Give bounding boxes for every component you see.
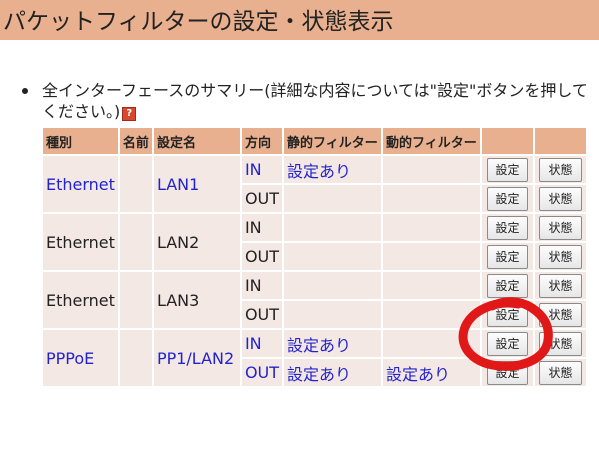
column-header-set-button (482, 128, 534, 154)
interface-name-cell (119, 272, 152, 328)
table-row: Ethernet LAN2 IN 設定 状態 (43, 214, 587, 270)
dynamic-filter-cell (383, 185, 481, 212)
static-filter-cell (284, 301, 382, 328)
dynamic-filter-cell (383, 214, 481, 241)
static-filter-cell (284, 185, 382, 212)
column-header-name: 名前 (119, 128, 152, 154)
setting-name-cell[interactable]: PP1/LAN2 (153, 330, 240, 386)
status-button[interactable]: 状態 (539, 273, 583, 298)
status-button[interactable]: 状態 (539, 215, 583, 240)
interface-name-cell (119, 330, 152, 386)
column-header-type: 種別 (43, 128, 118, 154)
settings-button[interactable]: 設定 (487, 273, 529, 298)
direction-cell[interactable]: IN (241, 156, 283, 183)
settings-button[interactable]: 設定 (487, 186, 529, 211)
dynamic-filter-cell (383, 330, 481, 357)
table-header-row: 種別 名前 設定名 方向 静的フィルター 動的フィルター (43, 128, 587, 154)
interface-summary-table: 種別 名前 設定名 方向 静的フィルター 動的フィルター Ethernet LAN… (41, 126, 588, 388)
direction-cell[interactable]: OUT (241, 359, 283, 386)
column-header-setting-name: 設定名 (153, 128, 240, 154)
interface-type-cell: Ethernet (43, 272, 118, 328)
interface-type-cell: Ethernet (43, 214, 118, 270)
status-button[interactable]: 状態 (539, 157, 583, 182)
settings-button[interactable]: 設定 (487, 157, 529, 182)
settings-button[interactable]: 設定 (487, 331, 529, 356)
dynamic-filter-cell (383, 243, 481, 270)
setting-name-cell[interactable]: LAN1 (153, 156, 240, 212)
setting-name-cell: LAN2 (153, 214, 240, 270)
settings-button[interactable]: 設定 (487, 302, 529, 327)
dynamic-filter-cell (383, 156, 481, 183)
dynamic-filter-cell (383, 272, 481, 299)
help-icon[interactable]: ? (122, 107, 137, 121)
table-row: PPPoE PP1/LAN2 IN 設定あり 設定 状態 (43, 330, 587, 386)
static-filter-cell (284, 243, 382, 270)
static-filter-cell (284, 272, 382, 299)
interface-name-cell (119, 214, 152, 270)
static-filter-cell (284, 214, 382, 241)
column-header-dynamic-filter: 動的フィルター (383, 128, 481, 154)
direction-cell: IN (241, 214, 283, 241)
column-header-static-filter: 静的フィルター (284, 128, 382, 154)
table-row: Ethernet LAN3 IN 設定 状態 (43, 272, 587, 328)
status-button[interactable]: 状態 (539, 360, 583, 385)
dynamic-filter-cell (383, 301, 481, 328)
interface-type-cell[interactable]: Ethernet (43, 156, 118, 212)
static-filter-cell[interactable]: 設定あり (284, 156, 382, 183)
dynamic-filter-cell[interactable]: 設定あり (383, 359, 481, 386)
status-button[interactable]: 状態 (539, 186, 583, 211)
setting-name-cell: LAN3 (153, 272, 240, 328)
status-button[interactable]: 状態 (539, 331, 583, 356)
static-filter-cell[interactable]: 設定あり (284, 330, 382, 357)
column-header-status-button (535, 128, 587, 154)
status-button[interactable]: 状態 (539, 244, 583, 269)
direction-cell[interactable]: IN (241, 330, 283, 357)
direction-cell: OUT (241, 301, 283, 328)
settings-button[interactable]: 設定 (487, 215, 529, 240)
page-title: パケットフィルターの設定・状態表示 (3, 9, 394, 35)
column-header-direction: 方向 (241, 128, 283, 154)
status-button[interactable]: 状態 (539, 302, 583, 327)
bullet-icon (22, 88, 28, 94)
settings-button[interactable]: 設定 (487, 244, 529, 269)
table-row: Ethernet LAN1 IN 設定あり 設定 状態 (43, 156, 587, 212)
direction-cell: OUT (241, 185, 283, 212)
direction-cell: IN (241, 272, 283, 299)
page-header: パケットフィルターの設定・状態表示 (0, 0, 599, 40)
interface-name-cell (119, 156, 152, 212)
direction-cell: OUT (241, 243, 283, 270)
settings-button[interactable]: 設定 (487, 360, 529, 385)
static-filter-cell[interactable]: 設定あり (284, 359, 382, 386)
interface-type-cell[interactable]: PPPoE (43, 330, 118, 386)
